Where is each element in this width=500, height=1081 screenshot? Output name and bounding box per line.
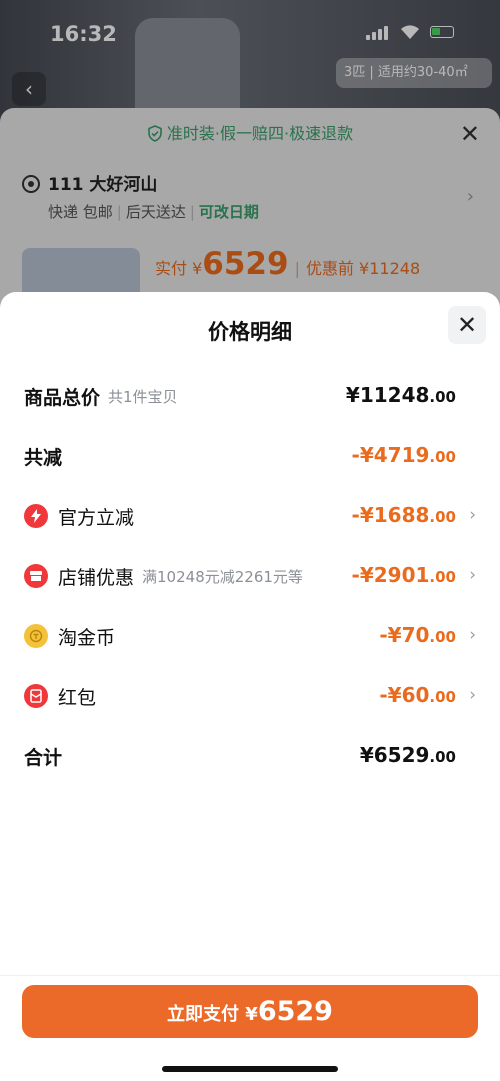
chevron-right-icon: ›: [469, 625, 476, 645]
row-label: 官方立减: [58, 506, 135, 529]
row-label: 店铺优惠: [58, 566, 135, 589]
row-store-discount[interactable]: 店铺优惠 满10248元减2261元等 -¥2901.00 ›: [24, 561, 476, 591]
row-total-price: 商品总价 共1件宝贝 ¥11248.00: [24, 381, 476, 411]
row-taojinbi[interactable]: 淘金币 -¥70.00 ›: [24, 621, 476, 651]
row-official-discount[interactable]: 官方立减 -¥1688.00 ›: [24, 501, 476, 531]
row-amount: -¥2901.00: [351, 563, 456, 587]
pay-button-label: 立即支付 ¥: [167, 1004, 258, 1025]
row-label: 共减: [24, 446, 63, 469]
chevron-right-icon: ›: [469, 685, 476, 705]
row-label: 合计: [24, 746, 63, 769]
row-grand-total: 合计 ¥6529.00: [24, 741, 476, 771]
row-label: 淘金币: [58, 626, 116, 649]
row-sub: 满10248元减2261元等: [142, 567, 303, 586]
row-red-packet[interactable]: 红包 -¥60.00 ›: [24, 681, 476, 711]
price-detail-sheet: 价格明细 ✕ 商品总价 共1件宝贝 ¥11248.00 共减 -¥4719.00…: [0, 292, 500, 1081]
chevron-right-icon: ›: [469, 505, 476, 525]
coin-icon: [24, 624, 48, 648]
row-label: 红包: [58, 686, 97, 709]
row-amount: -¥1688.00: [351, 503, 456, 527]
bottom-bar: 立即支付 ¥6529: [0, 975, 500, 1081]
row-amount: ¥6529.00: [359, 743, 456, 767]
row-sub: 共1件宝贝: [108, 387, 178, 406]
home-indicator[interactable]: [162, 1066, 338, 1072]
row-label: 商品总价: [24, 386, 101, 409]
pay-now-button[interactable]: 立即支付 ¥6529: [22, 985, 478, 1038]
red-packet-icon: [24, 684, 48, 708]
lightning-icon: [24, 504, 48, 528]
close-button[interactable]: ✕: [448, 306, 486, 344]
row-amount: -¥60.00: [379, 683, 456, 707]
chevron-right-icon: ›: [469, 565, 476, 585]
row-amount: -¥4719.00: [351, 443, 456, 467]
sheet-title: 价格明细: [208, 320, 292, 344]
row-total-reduction: 共减 -¥4719.00: [24, 441, 476, 471]
pay-button-amount: 6529: [257, 996, 333, 1027]
store-icon: [24, 564, 48, 588]
row-amount: -¥70.00: [379, 623, 456, 647]
row-amount: ¥11248.00: [345, 383, 456, 407]
